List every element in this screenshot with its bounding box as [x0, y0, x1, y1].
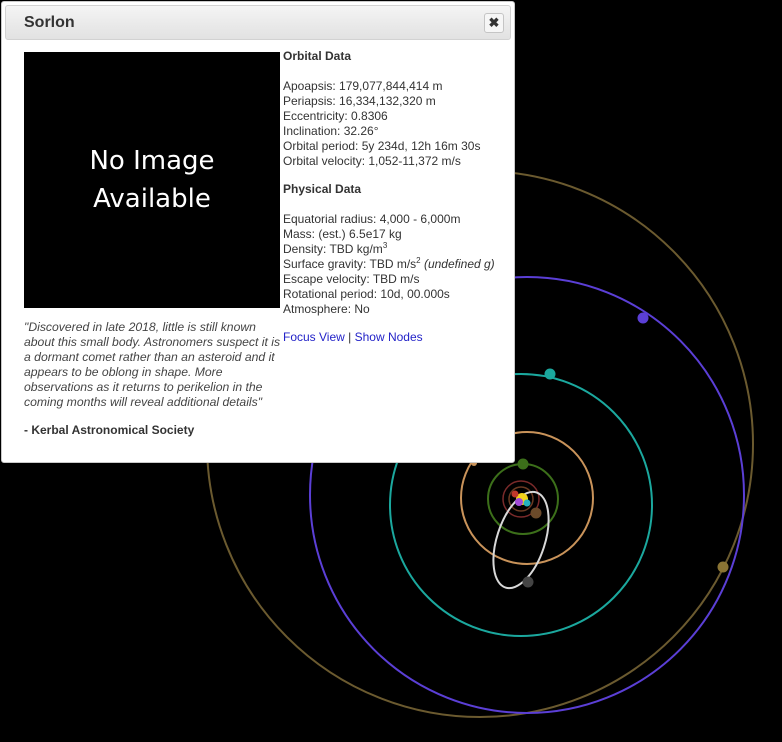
planet-teal[interactable]: [544, 368, 556, 380]
planet-gray[interactable]: [522, 576, 534, 588]
planet-cyan[interactable]: [523, 499, 531, 507]
action-links: Focus View | Show Nodes: [283, 330, 513, 345]
body-image: No Image Available: [24, 52, 280, 308]
gravity-note: (undefined g): [423, 257, 495, 271]
dialog-title: Sorlon: [24, 14, 75, 31]
close-icon: ✖: [488, 15, 500, 30]
eccentricity: Eccentricity: 0.8306: [283, 109, 388, 123]
inclination: Inclination: 32.26°: [283, 124, 379, 138]
planet-outer[interactable]: [717, 561, 729, 573]
body-info-dialog: Sorlon ✖ No Image Available "Discovered …: [1, 1, 515, 463]
no-image-placeholder: No Image Available: [89, 146, 215, 214]
planet-purple[interactable]: [515, 498, 523, 506]
mass: Mass: (est.) 6.5e17 kg: [283, 227, 402, 241]
show-nodes-link[interactable]: Show Nodes: [355, 330, 423, 344]
data-column: Orbital Data Apoapsis: 179,077,844,414 m…: [283, 49, 513, 345]
planet-green[interactable]: [517, 458, 529, 470]
gravity-text: Surface gravity: TBD m/s: [283, 257, 417, 271]
atmosphere: Atmosphere: No: [283, 302, 370, 316]
density: Density: TBD kg/m3: [283, 242, 513, 257]
rotational-period: Rotational period: 10d, 00.000s: [283, 287, 450, 301]
planet-brown[interactable]: [530, 507, 542, 519]
escape-velocity: Escape velocity: TBD m/s: [283, 272, 420, 286]
gravity-exponent: 2: [416, 256, 421, 265]
physical-data-title: Physical Data: [283, 182, 362, 196]
orbital-period: Orbital period: 5y 234d, 12h 16m 30s: [283, 139, 481, 153]
orbital-velocity: Orbital velocity: 1,052-11,372 m/s: [283, 154, 461, 168]
planet-red[interactable]: [511, 490, 519, 498]
periapsis: Periapsis: 16,334,132,320 m: [283, 94, 436, 108]
equatorial-radius: Equatorial radius: 4,000 - 6,000m: [283, 212, 461, 226]
description-source: - Kerbal Astronomical Society: [24, 423, 195, 437]
link-separator: |: [344, 330, 355, 344]
apoapsis: Apoapsis: 179,077,844,414 m: [283, 79, 443, 93]
density-exponent: 3: [382, 241, 388, 250]
surface-gravity: Surface gravity: TBD m/s2 (undefined g): [283, 257, 513, 272]
planet-blue[interactable]: [637, 312, 649, 324]
density-text: Density: TBD kg/m: [283, 242, 383, 256]
orbital-data-title: Orbital Data: [283, 49, 352, 63]
body-description: "Discovered in late 2018, little is stil…: [24, 320, 281, 409]
dialog-titlebar[interactable]: Sorlon ✖: [5, 5, 511, 40]
close-button[interactable]: ✖: [484, 13, 504, 33]
focus-view-link[interactable]: Focus View: [283, 330, 345, 344]
